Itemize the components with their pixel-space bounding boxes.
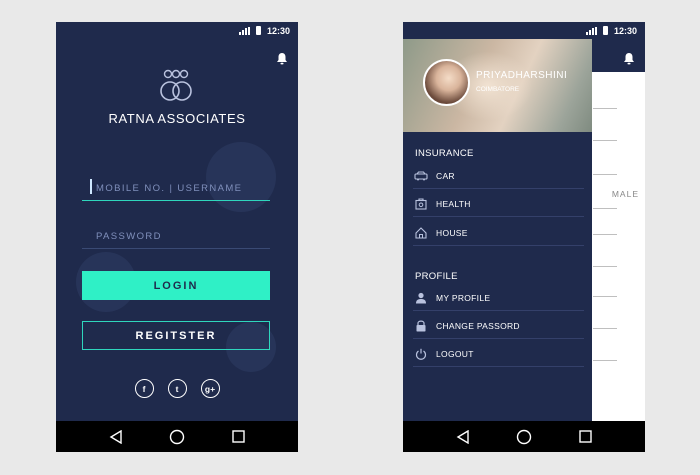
menu-item-label: LOGOUT (436, 348, 474, 359)
avatar[interactable] (423, 59, 470, 106)
house-icon (413, 226, 429, 239)
password-input[interactable] (82, 224, 270, 248)
username-input[interactable] (82, 176, 270, 200)
battery-icon (255, 26, 261, 35)
section-title-profile: PROFILE (415, 271, 458, 282)
form-divider (593, 360, 617, 361)
menu-item-change-password[interactable]: CHANGE PASSORD (413, 313, 584, 339)
form-divider (593, 296, 617, 297)
form-divider (593, 208, 617, 209)
lock-icon (413, 319, 429, 332)
login-screen: 12:30 RATNA ASSOCIATES LOGIN REGITSTER f… (56, 22, 298, 452)
signal-icon (585, 26, 597, 35)
username-field[interactable] (82, 176, 270, 201)
health-kit-icon (413, 197, 429, 210)
status-bar: 12:30 (56, 22, 298, 39)
car-icon (413, 170, 429, 181)
profile-city: COIMBATORE (476, 86, 520, 93)
form-divider (593, 328, 617, 329)
recents-icon[interactable] (579, 430, 592, 443)
form-divider (593, 108, 617, 109)
password-field[interactable] (82, 224, 270, 249)
recents-icon[interactable] (232, 430, 245, 443)
menu-item-car[interactable]: CAR (413, 163, 584, 189)
menu-item-health[interactable]: HEALTH (413, 191, 584, 217)
login-button[interactable]: LOGIN (82, 271, 270, 300)
brand-name: RATNA ASSOCIATES (108, 111, 246, 126)
menu-item-label: CAR (436, 170, 455, 181)
form-divider (593, 234, 617, 235)
google-plus-icon[interactable]: g+ (200, 379, 220, 398)
battery-icon (602, 26, 608, 35)
system-nav-bar (56, 421, 298, 452)
drawer-header: PRIYADHARSHINI COIMBATORE (403, 39, 592, 132)
signal-icon (238, 26, 250, 35)
menu-item-label: CHANGE PASSORD (436, 320, 520, 331)
home-icon[interactable] (169, 429, 185, 445)
menu-item-label: MY PROFILE (436, 292, 491, 303)
gender-field-hint: MALE (611, 189, 639, 199)
twitter-icon[interactable]: t (167, 379, 187, 398)
brand-logo-icon (160, 69, 192, 101)
form-divider (593, 266, 617, 267)
back-icon[interactable] (109, 429, 123, 444)
facebook-icon[interactable]: f (134, 379, 154, 398)
system-nav-bar (403, 421, 645, 452)
menu-item-my-profile[interactable]: MY PROFILE (413, 285, 584, 311)
navigation-drawer: PRIYADHARSHINI COIMBATORE INSURANCE CAR … (403, 39, 592, 421)
drawer-screen: 12:30 MALE PRIYADHARSHINI COIMBATORE INS… (403, 22, 645, 452)
menu-item-label: HOUSE (436, 227, 468, 238)
power-icon (413, 348, 429, 360)
profile-name: PRIYADHARSHINI (476, 70, 568, 81)
notification-bell-icon[interactable] (623, 52, 635, 65)
social-links: f t g+ (56, 379, 298, 398)
form-divider (593, 140, 617, 141)
notification-bell-icon[interactable] (276, 52, 288, 65)
form-divider (593, 174, 617, 175)
status-time: 12:30 (613, 25, 637, 36)
register-button[interactable]: REGITSTER (82, 321, 270, 350)
menu-item-logout[interactable]: LOGOUT (413, 341, 584, 367)
status-bar: 12:30 (403, 22, 645, 39)
back-icon[interactable] (456, 429, 470, 444)
user-icon (413, 292, 429, 304)
menu-item-label: HEALTH (436, 198, 471, 209)
menu-item-house[interactable]: HOUSE (413, 220, 584, 246)
home-icon[interactable] (516, 429, 532, 445)
section-title-insurance: INSURANCE (415, 148, 474, 159)
text-caret (90, 179, 92, 194)
status-time: 12:30 (266, 25, 290, 36)
